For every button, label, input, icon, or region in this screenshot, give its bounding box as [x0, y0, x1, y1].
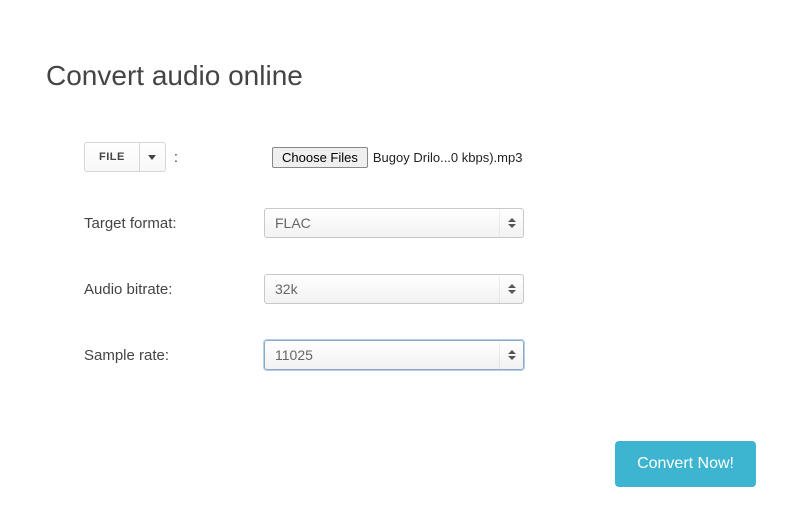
sample-rate-value: 11025	[265, 347, 499, 363]
select-arrows-icon	[499, 341, 523, 369]
sample-rate-select[interactable]: 11025	[264, 340, 524, 370]
audio-bitrate-label: Audio bitrate:	[84, 281, 264, 298]
target-format-select[interactable]: FLAC	[264, 208, 524, 238]
caret-down-icon	[148, 155, 156, 160]
triangle-down-icon	[508, 290, 516, 294]
choose-files-button[interactable]: Choose Files	[272, 147, 368, 168]
target-format-label: Target format:	[84, 215, 264, 232]
file-source-button[interactable]: FILE	[85, 143, 139, 171]
triangle-up-icon	[508, 350, 516, 354]
triangle-up-icon	[508, 218, 516, 222]
audio-bitrate-value: 32k	[265, 281, 499, 297]
select-arrows-icon	[499, 275, 523, 303]
target-format-value: FLAC	[265, 215, 499, 231]
file-source-caret-button[interactable]	[139, 143, 165, 171]
audio-bitrate-row: Audio bitrate: 32k	[84, 274, 724, 304]
select-arrows-icon	[499, 209, 523, 237]
convert-now-button[interactable]: Convert Now!	[615, 441, 756, 487]
file-colon: :	[174, 149, 178, 166]
selected-filename: Bugoy Drilo...0 kbps).mp3	[373, 150, 523, 165]
triangle-down-icon	[508, 224, 516, 228]
audio-bitrate-select[interactable]: 32k	[264, 274, 524, 304]
sample-rate-label: Sample rate:	[84, 347, 264, 364]
triangle-up-icon	[508, 284, 516, 288]
convert-form: FILE : Choose Files Bugoy Drilo...0 kbps…	[84, 142, 724, 406]
target-format-row: Target format: FLAC	[84, 208, 724, 238]
page-title: Convert audio online	[46, 60, 303, 92]
sample-rate-row: Sample rate: 11025	[84, 340, 724, 370]
file-source-dropdown[interactable]: FILE	[84, 142, 166, 172]
file-source-row: FILE : Choose Files Bugoy Drilo...0 kbps…	[84, 142, 724, 172]
triangle-down-icon	[508, 356, 516, 360]
